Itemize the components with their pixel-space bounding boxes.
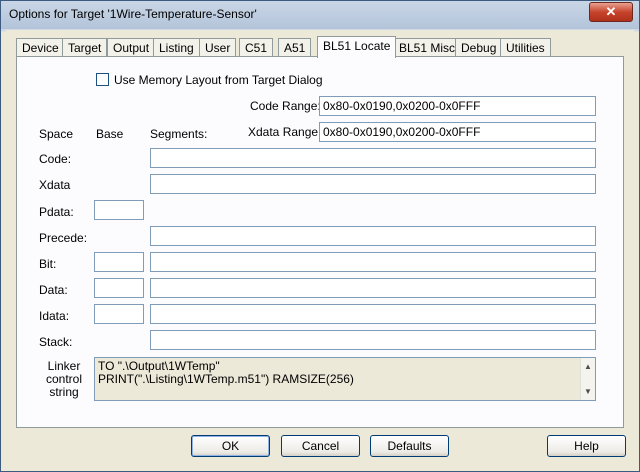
dialog-client: Device Target Output Listing User C51 A5…: [6, 30, 634, 466]
data-segments-field[interactable]: [150, 278, 596, 298]
tab-user[interactable]: User: [199, 38, 237, 57]
cancel-button[interactable]: Cancel: [281, 435, 360, 457]
idata-base-field[interactable]: [94, 304, 144, 324]
stack-segments-field[interactable]: [150, 330, 596, 350]
stack-label: Stack:: [39, 335, 73, 349]
use-memory-layout-label[interactable]: Use Memory Layout from Target Dialog: [114, 73, 323, 87]
precede-label: Precede:: [39, 231, 88, 245]
options-dialog: Options for Target '1Wire-Temperature-Se…: [0, 0, 640, 472]
linker-line-2: PRINT(".\Listing\1WTemp.m51") RAMSIZE(25…: [98, 372, 354, 386]
linker-scrollbar[interactable]: ▲ ▼: [580, 358, 595, 400]
scroll-down-icon[interactable]: ▼: [584, 385, 592, 398]
code-range-field[interactable]: 0x80-0x0190,0x0200-0x0FFF: [319, 96, 596, 116]
window-title: Options for Target '1Wire-Temperature-Se…: [9, 7, 257, 21]
scroll-up-icon[interactable]: ▲: [584, 360, 592, 373]
code-range-label: Code Range:: [250, 99, 321, 113]
xdata-range-field[interactable]: 0x80-0x0190,0x0200-0x0FFF: [319, 122, 596, 142]
idata-label: Idata:: [39, 309, 70, 323]
code-label: Code:: [39, 152, 72, 166]
base-header: Base: [96, 127, 124, 141]
bit-label: Bit:: [39, 257, 57, 271]
data-label: Data:: [39, 283, 68, 297]
xdata-segments-field[interactable]: [150, 174, 596, 194]
tab-device[interactable]: Device: [16, 38, 65, 57]
close-button[interactable]: ✕: [589, 2, 633, 22]
bl51-locate-panel: Use Memory Layout from Target Dialog Cod…: [16, 56, 624, 428]
idata-segments-field[interactable]: [150, 304, 596, 324]
space-header: Space: [39, 127, 74, 141]
segments-header: Segments:: [150, 127, 208, 141]
help-button[interactable]: Help: [547, 435, 626, 457]
tab-bl51-misc[interactable]: BL51 Misc: [393, 38, 462, 57]
precede-segments-field[interactable]: [150, 226, 596, 246]
tab-output[interactable]: Output: [107, 38, 156, 57]
code-segments-field[interactable]: [150, 148, 596, 168]
pdata-label: Pdata:: [39, 205, 74, 219]
ok-button[interactable]: OK: [191, 435, 270, 457]
xdata-label: Xdata: [39, 178, 71, 192]
tab-listing[interactable]: Listing: [153, 38, 200, 57]
xdata-range-label: Xdata Range:: [248, 125, 322, 139]
tab-c51[interactable]: C51: [239, 38, 274, 57]
use-memory-layout-checkbox[interactable]: [96, 73, 109, 86]
data-base-field[interactable]: [94, 278, 144, 298]
bit-segments-field[interactable]: [150, 252, 596, 272]
bit-base-field[interactable]: [94, 252, 144, 272]
linker-control-string[interactable]: TO ".\Output\1WTemp" PRINT(".\Listing\1W…: [94, 357, 596, 401]
pdata-base-field[interactable]: [94, 200, 144, 220]
tab-bl51-locate[interactable]: BL51 Locate: [317, 36, 397, 58]
tab-utilities[interactable]: Utilities: [500, 38, 551, 57]
title-bar: Options for Target '1Wire-Temperature-Se…: [1, 1, 639, 29]
tab-debug[interactable]: Debug: [455, 38, 503, 57]
linker-control-label: Linker control string: [39, 360, 89, 399]
tab-a51[interactable]: A51: [278, 38, 312, 57]
linker-label-line3: string: [49, 385, 79, 399]
defaults-button[interactable]: Defaults: [370, 435, 449, 457]
tab-target[interactable]: Target: [62, 38, 108, 57]
